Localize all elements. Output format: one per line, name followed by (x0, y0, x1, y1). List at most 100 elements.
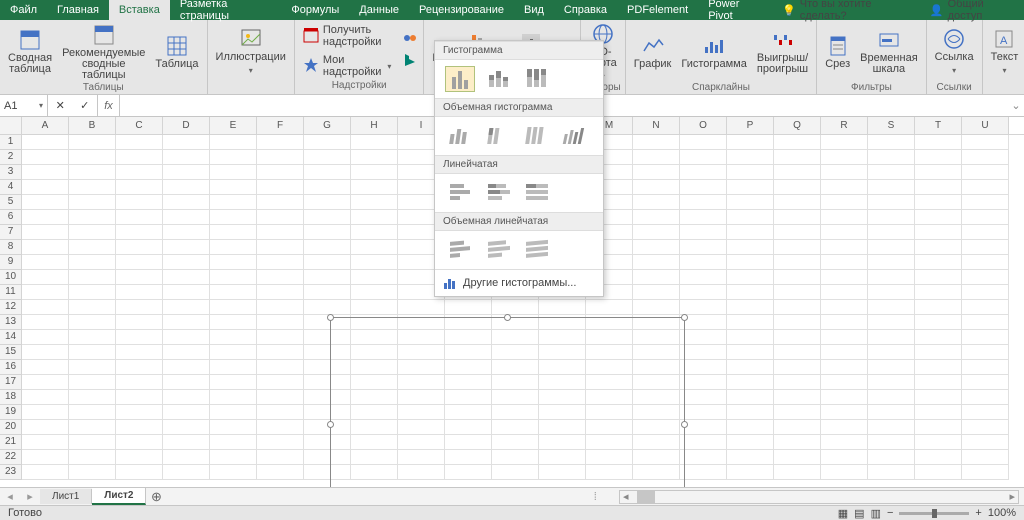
cell[interactable] (680, 135, 727, 150)
cell[interactable] (821, 150, 868, 165)
cell[interactable] (774, 150, 821, 165)
cell[interactable] (774, 465, 821, 480)
stacked100-bar-option[interactable] (521, 180, 551, 206)
cell[interactable] (257, 405, 304, 420)
cell[interactable] (633, 240, 680, 255)
cell[interactable] (774, 390, 821, 405)
cell[interactable] (915, 285, 962, 300)
cell[interactable] (210, 405, 257, 420)
cell[interactable] (116, 180, 163, 195)
select-all-corner[interactable] (0, 117, 22, 135)
cell[interactable] (257, 435, 304, 450)
cell[interactable] (821, 465, 868, 480)
cell[interactable] (680, 180, 727, 195)
get-addins-button[interactable]: Получить надстройки (299, 22, 396, 50)
cell[interactable] (962, 360, 1009, 375)
cell[interactable] (163, 210, 210, 225)
cell[interactable] (210, 165, 257, 180)
cell[interactable] (727, 330, 774, 345)
col-header[interactable]: R (821, 117, 868, 134)
cell[interactable] (727, 285, 774, 300)
cell[interactable] (257, 255, 304, 270)
cell[interactable] (774, 345, 821, 360)
cell[interactable] (633, 195, 680, 210)
row-header[interactable]: 6 (0, 210, 22, 225)
cell[interactable] (22, 225, 69, 240)
cell[interactable] (962, 465, 1009, 480)
col-header[interactable]: D (163, 117, 210, 134)
cell[interactable] (69, 180, 116, 195)
cell[interactable] (680, 255, 727, 270)
cell[interactable] (868, 255, 915, 270)
cell[interactable] (257, 135, 304, 150)
cell[interactable] (116, 270, 163, 285)
cell[interactable] (257, 315, 304, 330)
cell[interactable] (774, 375, 821, 390)
cell[interactable] (868, 180, 915, 195)
illustrations-button[interactable]: Иллюстрации▾ (212, 22, 290, 82)
cell[interactable] (351, 210, 398, 225)
cell[interactable] (868, 240, 915, 255)
cell[interactable] (680, 375, 727, 390)
cell[interactable] (868, 465, 915, 480)
tab-insert[interactable]: Вставка (109, 0, 170, 20)
cell[interactable] (962, 390, 1009, 405)
cell[interactable] (962, 330, 1009, 345)
slicer-button[interactable]: Срез (821, 22, 854, 82)
col-header[interactable]: Q (774, 117, 821, 134)
cell[interactable] (868, 375, 915, 390)
tab-help[interactable]: Справка (554, 0, 617, 20)
cell[interactable] (821, 210, 868, 225)
cell[interactable] (821, 375, 868, 390)
cell[interactable] (22, 255, 69, 270)
cell[interactable] (351, 240, 398, 255)
cell[interactable] (774, 270, 821, 285)
cell[interactable] (210, 225, 257, 240)
cell[interactable] (868, 195, 915, 210)
cell[interactable] (680, 195, 727, 210)
cell[interactable] (915, 435, 962, 450)
cell[interactable] (727, 390, 774, 405)
cell[interactable] (304, 210, 351, 225)
cell[interactable] (821, 330, 868, 345)
cell[interactable] (22, 195, 69, 210)
cell[interactable] (915, 255, 962, 270)
cell[interactable] (633, 225, 680, 240)
col-header[interactable]: U (962, 117, 1009, 134)
row-header[interactable]: 7 (0, 225, 22, 240)
cell[interactable] (22, 420, 69, 435)
cell[interactable] (962, 450, 1009, 465)
cell[interactable] (210, 360, 257, 375)
stacked-bar-option[interactable] (483, 180, 513, 206)
cell[interactable] (163, 465, 210, 480)
cell[interactable] (962, 420, 1009, 435)
col-header[interactable]: S (868, 117, 915, 134)
row-header[interactable]: 8 (0, 240, 22, 255)
cell[interactable] (727, 345, 774, 360)
cell[interactable] (116, 435, 163, 450)
cell[interactable] (962, 255, 1009, 270)
cell[interactable] (163, 180, 210, 195)
cell[interactable] (116, 165, 163, 180)
cell[interactable] (915, 240, 962, 255)
col-header[interactable]: T (915, 117, 962, 134)
cell[interactable] (962, 435, 1009, 450)
cell[interactable] (821, 390, 868, 405)
tab-formulas[interactable]: Формулы (281, 0, 349, 20)
cell[interactable] (22, 300, 69, 315)
cell[interactable] (915, 180, 962, 195)
cell[interactable] (22, 330, 69, 345)
cell[interactable] (962, 405, 1009, 420)
cell[interactable] (774, 180, 821, 195)
cell[interactable] (116, 225, 163, 240)
cell[interactable] (492, 300, 539, 315)
cell[interactable] (680, 405, 727, 420)
cell[interactable] (868, 315, 915, 330)
cell[interactable] (116, 315, 163, 330)
table-button[interactable]: Таблица (151, 22, 202, 82)
cell[interactable] (868, 270, 915, 285)
cell[interactable] (915, 465, 962, 480)
cell[interactable] (915, 270, 962, 285)
cell[interactable] (304, 135, 351, 150)
share-button[interactable]: 👤Общий доступ (920, 0, 1024, 20)
